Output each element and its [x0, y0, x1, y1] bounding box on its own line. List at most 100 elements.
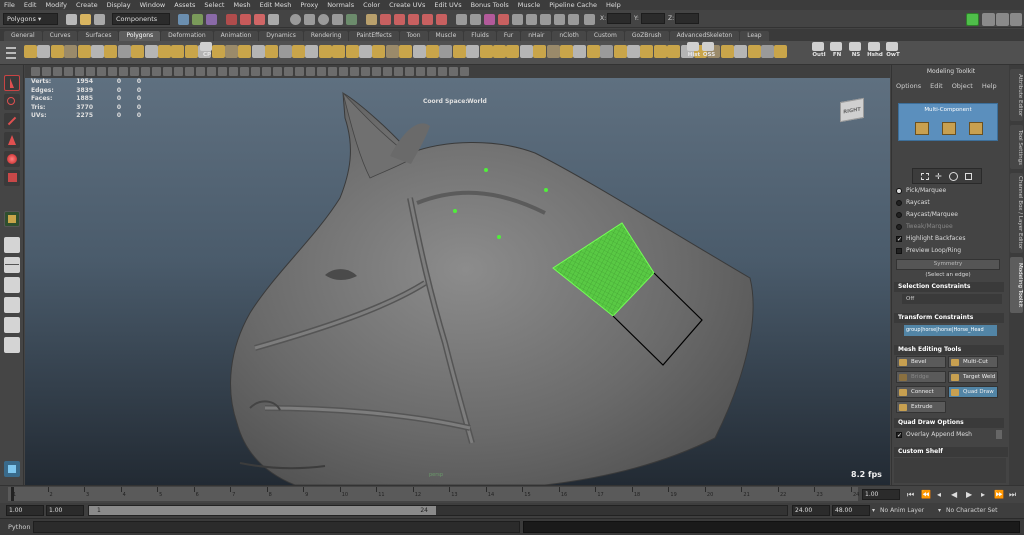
select-by-hierarchy-icon[interactable] — [178, 14, 189, 25]
marquee-select-icon[interactable] — [921, 173, 929, 180]
vertex-mode-icon[interactable] — [915, 122, 929, 135]
transform-constraint-field[interactable]: group|horse|horse|Horse_Head — [904, 325, 997, 336]
animation-start-field[interactable]: 1.00 — [6, 505, 44, 516]
step-forward-key-icon[interactable]: ⏩ — [994, 490, 1004, 499]
toolkit-menu-options[interactable]: Options — [896, 82, 921, 90]
shelf-tool-icon[interactable] — [117, 45, 131, 58]
move-select-icon[interactable]: ✛ — [935, 172, 942, 181]
panel-toolbar-icon[interactable] — [207, 67, 216, 76]
panel-toolbar-icon[interactable] — [438, 67, 447, 76]
bridge-button[interactable]: Bridge — [896, 371, 946, 383]
shelf-tab-polygons[interactable]: Polygons — [119, 31, 161, 41]
symmetry-button[interactable]: Symmetry — [896, 259, 1000, 270]
shelf-tab-surfaces[interactable]: Surfaces — [78, 31, 119, 41]
shelf-tab-fur[interactable]: Fur — [496, 31, 521, 41]
menu-pipeline-cache[interactable]: Pipeline Cache — [549, 1, 597, 9]
menu-create-uvs[interactable]: Create UVs — [389, 1, 425, 9]
character-set-label[interactable]: No Character Set — [946, 507, 997, 514]
shelf-tool-icon[interactable] — [493, 45, 506, 58]
panel-toolbar-icon[interactable] — [42, 67, 51, 76]
rotate-tool-icon[interactable] — [4, 151, 20, 167]
shelf-tool-icon[interactable] — [412, 45, 426, 58]
face-mask-icon[interactable] — [254, 14, 265, 25]
quad-draw-options-header[interactable]: Quad Draw Options — [894, 418, 1004, 428]
panel-toolbar-icon[interactable] — [53, 67, 62, 76]
pick-marquee-radio[interactable] — [896, 187, 902, 194]
step-back-key-icon[interactable]: ⏪ — [921, 490, 931, 499]
snap-curve-icon[interactable] — [304, 14, 315, 25]
bevel-button[interactable]: Bevel — [896, 356, 946, 368]
panel-toolbar-icon[interactable] — [328, 67, 337, 76]
attribute-editor-toggle-icon[interactable] — [982, 13, 995, 26]
persp-uv-layout-icon[interactable] — [4, 337, 20, 353]
menu-color[interactable]: Color — [363, 1, 380, 9]
menu-window[interactable]: Window — [140, 1, 166, 9]
panel-toolbar-icon[interactable] — [295, 67, 304, 76]
scale-select-icon[interactable] — [965, 173, 972, 180]
menu-edit-mesh[interactable]: Edit Mesh — [260, 1, 292, 9]
bonus-tool-icon[interactable] — [4, 461, 20, 477]
shelf-tool-icon[interactable] — [265, 45, 279, 58]
constraint-dropdown-2[interactable] — [952, 294, 1002, 304]
menu-file[interactable]: File — [4, 1, 15, 9]
menu-create[interactable]: Create — [76, 1, 98, 9]
panel-toolbar-icon[interactable] — [251, 67, 260, 76]
menu-edit[interactable]: Edit — [24, 1, 37, 9]
snap-point-icon[interactable] — [318, 14, 329, 25]
single-perspective-layout-icon[interactable] — [4, 237, 20, 253]
toolkit-menu-help[interactable]: Help — [982, 82, 997, 90]
shelf-tool-icon[interactable] — [667, 45, 681, 58]
shelf-tool-icon[interactable] — [359, 45, 372, 58]
shelf-tool-icon[interactable] — [345, 45, 359, 58]
shelf-tool-icon[interactable] — [131, 45, 145, 58]
shelf-tab-general[interactable]: General — [4, 31, 42, 41]
shelf-tool-icon[interactable] — [613, 45, 627, 58]
transform-icon[interactable] — [526, 14, 537, 25]
persp-outliner-layout-icon[interactable] — [4, 277, 20, 293]
shelf-tab-gozbrush[interactable]: GoZBrush — [624, 31, 669, 41]
panel-toolbar-icon[interactable] — [427, 67, 436, 76]
shelf-tab-dynamics[interactable]: Dynamics — [259, 31, 303, 41]
z-field[interactable] — [675, 13, 699, 24]
panel-toolbar-icon[interactable] — [174, 67, 183, 76]
raycast-marquee-radio[interactable] — [896, 211, 902, 218]
current-frame-field[interactable]: 1.00 — [862, 489, 900, 500]
panel-toolbar-icon[interactable] — [141, 67, 150, 76]
shelf-fn-icon[interactable] — [830, 42, 842, 51]
panel-toolbar-icon[interactable] — [31, 67, 40, 76]
panel-toolbar-icon[interactable] — [108, 67, 117, 76]
preview-loop-checkbox[interactable] — [896, 247, 902, 254]
edge-mask-icon[interactable] — [240, 14, 251, 25]
target-weld-button[interactable]: Target Weld — [948, 371, 998, 383]
connect-button[interactable]: Connect — [896, 386, 946, 398]
shelf-tool-icon[interactable] — [399, 45, 413, 58]
render-view-icon[interactable] — [436, 14, 447, 25]
tab-modeling-toolkit[interactable]: Modeling Toolkit — [1010, 257, 1023, 313]
multi-cut-button[interactable]: Multi-Cut — [948, 356, 998, 368]
toolkit-menu-edit[interactable]: Edit — [930, 82, 943, 90]
shelf-tool-icon[interactable] — [318, 45, 332, 58]
shelf-tool-icon[interactable] — [747, 45, 761, 58]
shelf-tool-icon[interactable] — [653, 45, 667, 58]
shelf-tab-animation[interactable]: Animation — [213, 31, 259, 41]
raycast-option[interactable]: Raycast — [896, 199, 1004, 206]
menu-mesh[interactable]: Mesh — [233, 1, 250, 9]
anim-layer-icon[interactable]: ▾ — [872, 507, 875, 514]
menu-modify[interactable]: Modify — [45, 1, 67, 9]
tab-attribute-editor[interactable]: Attribute Editor — [1010, 69, 1023, 121]
panel-toolbar-icon[interactable] — [218, 67, 227, 76]
shelf-tool-icon[interactable] — [426, 45, 439, 58]
current-time-marker[interactable] — [11, 487, 14, 501]
menu-assets[interactable]: Assets — [174, 1, 195, 9]
preview-loop-option[interactable]: Preview Loop/Ring — [896, 247, 1004, 254]
tweak-marquee-option[interactable]: Tweak/Marquee — [896, 223, 1004, 230]
shelf-tool-icon[interactable] — [560, 45, 573, 58]
shelf-tool-icon[interactable] — [627, 45, 640, 58]
menu-muscle[interactable]: Muscle — [518, 1, 541, 9]
shelf-tool-icon[interactable] — [77, 45, 91, 58]
panel-toolbar-icon[interactable] — [273, 67, 282, 76]
four-view-layout-icon[interactable] — [4, 257, 20, 273]
shelf-tool-icon[interactable] — [332, 45, 346, 58]
panel-toolbar-icon[interactable] — [449, 67, 458, 76]
play-forwards-icon[interactable]: ▶ — [966, 490, 972, 499]
